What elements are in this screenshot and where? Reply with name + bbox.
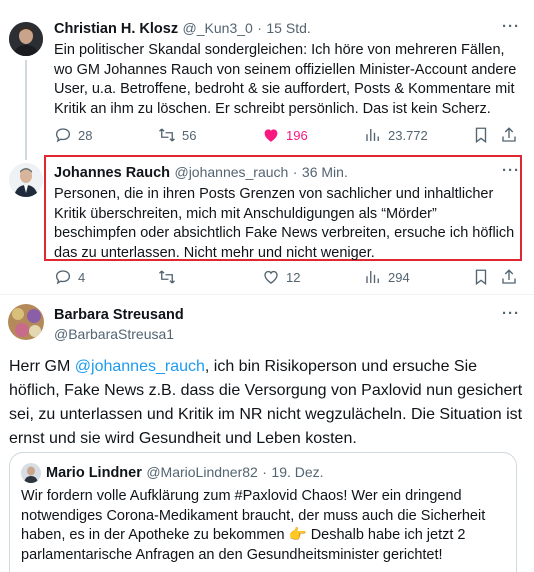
timestamp[interactable]: 19. Dez. <box>271 464 323 480</box>
more-icon[interactable]: ··· <box>502 18 520 35</box>
tweet-actions: 28 56 196 23.772 <box>54 125 524 145</box>
avatar-johannes[interactable] <box>9 163 43 197</box>
quote-text: Wir fordern volle Aufklärung zum #Paxlov… <box>21 488 486 563</box>
reply-icon <box>55 128 71 143</box>
author-name[interactable]: Mario Lindner <box>46 465 142 481</box>
views-count: 23.772 <box>388 127 428 143</box>
author-name[interactable]: Barbara Streusand <box>54 307 184 323</box>
repost-count: 56 <box>182 127 197 143</box>
tweet-text: Personen, die in ihren Posts Grenzen von… <box>54 186 515 261</box>
views-button[interactable]: 23.772 <box>364 126 428 144</box>
views-icon <box>366 129 379 141</box>
like-button[interactable]: 12 <box>262 268 300 286</box>
like-button[interactable]: 196 <box>262 126 308 144</box>
repost-button[interactable] <box>158 268 182 286</box>
share-icon <box>502 127 516 142</box>
avatar-image <box>8 304 44 340</box>
avatar-image <box>21 463 41 483</box>
views-button[interactable]: 294 <box>364 268 410 286</box>
avatar-image <box>9 22 43 56</box>
views-icon <box>366 271 379 283</box>
bookmark-button[interactable] <box>472 126 490 144</box>
reply-text: Herr GM @johannes_rauch, ich bin Risikop… <box>9 355 524 451</box>
reply-button[interactable]: 28 <box>54 126 92 144</box>
author-name[interactable]: Christian H. Klosz <box>54 21 178 37</box>
avatar-barbara[interactable] <box>8 304 44 340</box>
tweet-text: Ein politischer Skandal sondergleichen: … <box>54 42 517 117</box>
share-button[interactable] <box>500 268 518 286</box>
avatar-christian[interactable] <box>9 22 43 56</box>
avatar-mario[interactable] <box>21 463 41 483</box>
mention-link[interactable]: @johannes_rauch <box>75 358 205 375</box>
thread-line <box>25 60 27 160</box>
author-handle[interactable]: @BarbaraStreusa1 <box>54 326 174 342</box>
reply-icon <box>55 270 71 285</box>
timestamp[interactable]: 36 Min. <box>302 164 348 180</box>
author-handle[interactable]: @_Kun3_0 <box>183 20 253 36</box>
bookmark-icon <box>475 269 487 286</box>
repost-button[interactable]: 56 <box>158 126 196 144</box>
repost-icon <box>159 270 175 284</box>
author-name[interactable]: Johannes Rauch <box>54 165 170 181</box>
avatar-image <box>9 163 43 197</box>
repost-icon <box>159 128 175 142</box>
share-icon <box>502 269 516 284</box>
like-count: 196 <box>286 127 308 143</box>
quote-header: Mario Lindner @MarioLindner82 · 19. Dez. <box>46 464 324 481</box>
heart-icon <box>264 270 278 284</box>
tweet-header: Johannes Rauch @johannes_rauch · 36 Min. <box>54 164 348 181</box>
like-count: 12 <box>286 269 301 285</box>
more-icon[interactable]: ··· <box>502 305 520 322</box>
heart-icon <box>264 129 278 142</box>
more-icon[interactable]: ··· <box>502 162 520 179</box>
timestamp[interactable]: 15 Std. <box>266 20 310 36</box>
tweet-header: Christian H. Klosz @_Kun3_0 · 15 Std. <box>54 20 311 37</box>
reply-text-before: Herr GM <box>9 358 75 375</box>
reply-count: 4 <box>78 269 86 285</box>
author-handle[interactable]: @MarioLindner82 <box>146 464 258 480</box>
views-count: 294 <box>388 269 410 285</box>
share-button[interactable] <box>500 126 518 144</box>
divider <box>0 294 534 295</box>
reply-count: 28 <box>78 127 93 143</box>
reply-button[interactable]: 4 <box>54 268 85 286</box>
bookmark-icon <box>475 127 487 144</box>
author-handle[interactable]: @johannes_rauch <box>174 164 288 180</box>
bookmark-button[interactable] <box>472 268 490 286</box>
tweet-actions: 4 12 294 <box>54 267 524 287</box>
